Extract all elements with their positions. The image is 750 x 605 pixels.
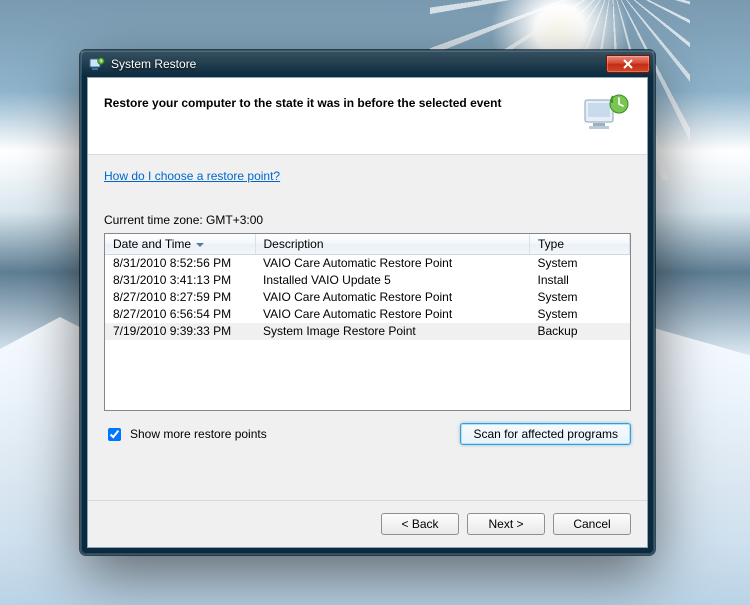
table-row[interactable]: 8/27/2010 6:56:54 PMVAIO Care Automatic … [105,306,630,323]
col-label-type: Type [538,237,564,251]
cell-type: Install [530,272,630,289]
col-header-datetime[interactable]: Date and Time [105,234,255,255]
cell-type: System [530,306,630,323]
col-header-description[interactable]: Description [255,234,530,255]
cell-description: System Image Restore Point [255,323,530,340]
cell-datetime: 8/27/2010 6:56:54 PM [105,306,255,323]
restore-icon [583,92,631,134]
close-button[interactable] [606,55,650,73]
wizard-body: How do I choose a restore point? Current… [88,155,647,500]
next-button[interactable]: Next > [467,513,545,535]
help-link[interactable]: How do I choose a restore point? [104,169,631,183]
wizard-header: Restore your computer to the state it wa… [88,78,647,155]
cell-type: System [530,255,630,273]
cell-description: VAIO Care Automatic Restore Point [255,289,530,306]
show-more-input[interactable] [108,428,121,441]
header-instruction: Restore your computer to the state it wa… [104,92,571,110]
table-row[interactable]: 7/19/2010 9:39:33 PMSystem Image Restore… [105,323,630,340]
titlebar[interactable]: System Restore [81,51,654,77]
window-title: System Restore [111,57,196,71]
system-restore-window: System Restore Restore your computer to … [80,50,655,555]
back-button[interactable]: < Back [381,513,459,535]
client-area: Restore your computer to the state it wa… [87,77,648,548]
restore-points-table[interactable]: Date and Time Description Type 8/31/2010… [104,233,631,411]
table-row[interactable]: 8/27/2010 8:27:59 PMVAIO Care Automatic … [105,289,630,306]
cell-type: Backup [530,323,630,340]
cell-datetime: 8/31/2010 3:41:13 PM [105,272,255,289]
wizard-footer: < Back Next > Cancel [88,500,647,547]
cancel-button[interactable]: Cancel [553,513,631,535]
col-label-datetime: Date and Time [113,237,191,251]
close-icon [623,59,633,69]
cell-datetime: 8/27/2010 8:27:59 PM [105,289,255,306]
scan-affected-button[interactable]: Scan for affected programs [460,423,631,445]
show-more-checkbox[interactable]: Show more restore points [104,425,267,444]
app-icon [89,56,105,72]
col-label-description: Description [264,237,324,251]
col-header-type[interactable]: Type [530,234,630,255]
cell-datetime: 7/19/2010 9:39:33 PM [105,323,255,340]
sort-desc-icon [196,243,204,247]
cell-description: Installed VAIO Update 5 [255,272,530,289]
cell-description: VAIO Care Automatic Restore Point [255,306,530,323]
table-row[interactable]: 8/31/2010 8:52:56 PMVAIO Care Automatic … [105,255,630,273]
show-more-label: Show more restore points [130,427,267,441]
timezone-label: Current time zone: GMT+3:00 [104,213,631,227]
cell-datetime: 8/31/2010 8:52:56 PM [105,255,255,273]
table-row[interactable]: 8/31/2010 3:41:13 PMInstalled VAIO Updat… [105,272,630,289]
cell-description: VAIO Care Automatic Restore Point [255,255,530,273]
cell-type: System [530,289,630,306]
